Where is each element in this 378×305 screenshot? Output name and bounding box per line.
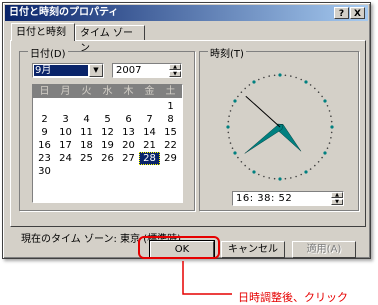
tab-date-time[interactable]: 日付と時刻 <box>11 23 75 41</box>
callout-line <box>182 261 232 295</box>
annotation-text: 日時調整後、クリック <box>238 291 348 304</box>
